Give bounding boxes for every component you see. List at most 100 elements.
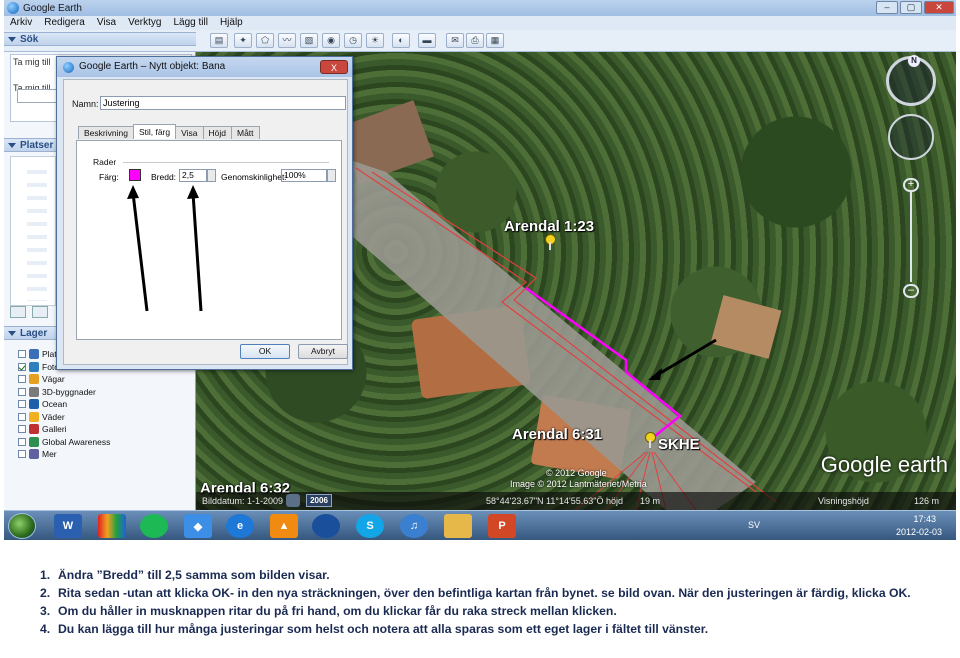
language-indicator[interactable]: SV (748, 520, 760, 530)
imagery-year[interactable]: 2006 (306, 494, 332, 507)
instruction-item: 2. Rita sedan -utan att klicka OK- in den… (40, 586, 911, 600)
layer-checkbox[interactable] (18, 412, 26, 421)
ruler-button[interactable]: ▬ (418, 33, 436, 48)
menu-arkiv[interactable]: Arkiv (4, 16, 38, 30)
start-button[interactable] (8, 513, 36, 539)
layer-checkbox[interactable] (18, 437, 26, 446)
placemark-label[interactable]: SKHE (658, 436, 700, 453)
tab-hojd[interactable]: Höjd (202, 126, 232, 139)
layer-checkbox[interactable] (18, 375, 26, 383)
menu-verktyg[interactable]: Verktyg (122, 16, 167, 30)
tab-matt[interactable]: Mått (231, 126, 260, 139)
layer-item[interactable]: Vägar (18, 373, 65, 385)
dialog-tabs: Beskrivning Stil, färg Visa Höjd Mått (78, 124, 260, 140)
placemark-pin-icon[interactable] (542, 234, 556, 250)
sun-button[interactable]: ☀ (366, 33, 384, 48)
layer-icon (29, 424, 39, 434)
email-button[interactable]: ✉ (446, 33, 464, 48)
clock-time[interactable]: 17:43 (913, 514, 936, 524)
itunes-icon[interactable]: ♫ (400, 514, 428, 538)
menu-redigera[interactable]: Redigera (38, 16, 91, 30)
ok-button[interactable]: OK (240, 344, 290, 359)
taskbar: W ◆ e ▲ S ♫ P SV 17:43 2012-02-03 (4, 510, 956, 540)
dialog-close-button[interactable]: X (320, 60, 348, 74)
window-controls: – ▢ ✕ (876, 1, 954, 14)
layer-checkbox[interactable] (18, 400, 26, 408)
layer-checkbox[interactable] (18, 362, 26, 371)
layer-item[interactable]: Galleri (18, 423, 67, 435)
layer-item[interactable]: Mer (18, 448, 57, 460)
path-button[interactable]: 〰 (278, 33, 296, 48)
close-button[interactable]: ✕ (924, 1, 954, 14)
placemark-label[interactable]: Arendal 1:23 (504, 218, 594, 235)
zoom-out-icon[interactable]: – (903, 284, 919, 298)
places-tree-items[interactable] (27, 161, 47, 301)
placemark-pin-icon[interactable] (642, 432, 656, 448)
google-earth-taskbar-icon[interactable] (312, 514, 340, 538)
explorer-folder-icon[interactable] (444, 514, 472, 538)
zoom-in-icon[interactable]: + (903, 178, 919, 192)
skype-icon[interactable]: S (356, 514, 384, 538)
history-button[interactable]: ◷ (344, 33, 362, 48)
layer-icon (29, 386, 39, 397)
print-button[interactable]: ⎙ (466, 33, 484, 48)
layer-checkbox[interactable] (18, 450, 26, 458)
history-icon[interactable] (286, 494, 300, 507)
maps-button[interactable]: ▦ (486, 33, 504, 48)
pointer-arrow (651, 338, 717, 380)
image-date: Bilddatum: 1-1-2009 (202, 496, 284, 506)
cancel-button[interactable]: Avbryt (298, 344, 348, 359)
google-earth-logo: Google earth (820, 452, 948, 477)
screenshot: Google Earth – ▢ ✕ Arkiv Redigera Visa V… (4, 0, 956, 540)
tab-beskrivning[interactable]: Beskrivning (78, 126, 134, 139)
places-add-button[interactable] (10, 306, 26, 318)
layer-checkbox[interactable] (18, 387, 26, 396)
places-tree (10, 156, 56, 306)
overlay-button[interactable]: ▧ (300, 33, 318, 48)
layer-label: Väder (42, 411, 65, 422)
spotify-icon[interactable] (140, 514, 168, 538)
system-tray: SV 17:43 2012-02-03 (742, 511, 952, 540)
layer-checkbox[interactable] (18, 350, 26, 358)
sidebar-toggle-button[interactable]: ▤ (210, 33, 228, 48)
copyright-text: Image © 2012 Lantmäteriet/Metria (510, 479, 647, 489)
placemark-button[interactable]: ✦ (234, 33, 252, 48)
search-panel-header[interactable]: Sök (4, 32, 196, 46)
placemark-label[interactable]: Arendal 6:31 (512, 426, 602, 443)
menu-lagg-till[interactable]: Lägg till (167, 16, 213, 30)
eye-altitude-value: 126 m (914, 496, 940, 506)
word-icon[interactable]: W (54, 514, 82, 538)
layer-item[interactable]: Väder (18, 411, 65, 423)
instruction-item: 4. Du kan lägga till hur många justeringa… (40, 622, 709, 636)
search-input[interactable] (17, 89, 57, 103)
places-search-button[interactable] (32, 306, 48, 318)
minimize-button[interactable]: – (876, 1, 898, 14)
menu-hjalp[interactable]: Hjälp (214, 16, 249, 30)
tour-button[interactable]: ◉ (322, 33, 340, 48)
maximize-button[interactable]: ▢ (900, 1, 922, 14)
layer-label: Vägar (42, 374, 65, 384)
planet-button[interactable]: ◐ (392, 33, 410, 48)
powerpoint-icon[interactable]: P (488, 514, 516, 538)
collapse-triangle-icon (8, 143, 16, 148)
vlc-icon[interactable]: ▲ (270, 514, 298, 538)
instructions-list: 1. Ändra ”Bredd” till 2,5 samma som bilde… (40, 566, 940, 638)
layer-item[interactable]: Ocean (18, 398, 67, 410)
look-control[interactable] (888, 114, 934, 160)
menu-visa[interactable]: Visa (91, 16, 122, 30)
layer-item[interactable]: Global Awareness (18, 436, 110, 448)
tab-visa[interactable]: Visa (175, 126, 204, 139)
layer-item[interactable]: 3D-byggnader (18, 386, 96, 398)
elevation-readout: 19 m (640, 496, 661, 506)
layer-label: Galleri (42, 424, 67, 434)
compass-control[interactable]: N (886, 55, 936, 106)
chart-app-icon[interactable] (98, 514, 126, 538)
layer-checkbox[interactable] (18, 425, 26, 433)
name-input[interactable]: Justering (100, 96, 346, 110)
dropbox-icon[interactable]: ◆ (184, 514, 212, 538)
polygon-button[interactable]: ⬠ (256, 33, 274, 48)
internet-explorer-icon[interactable]: e (226, 514, 254, 538)
tab-stil-farg[interactable]: Stil, färg (132, 124, 177, 139)
zoom-slider[interactable]: + – (903, 178, 919, 298)
clock-date[interactable]: 2012-02-03 (896, 527, 942, 537)
